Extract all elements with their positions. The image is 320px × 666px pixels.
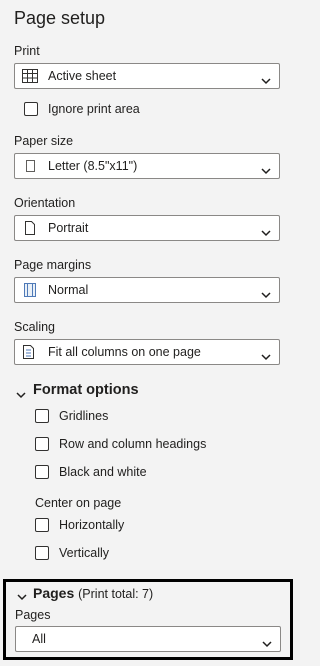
paper-size-value: Letter (8.5"x11") [48, 159, 138, 173]
page-margins-dropdown[interactable]: Normal [14, 277, 280, 303]
pages-title-row: Pages (Print total: 7) [33, 584, 153, 603]
orientation-label: Orientation [14, 196, 76, 210]
print-value: Active sheet [48, 69, 117, 83]
row-column-headings-label: Row and column headings [59, 437, 207, 451]
scaling-value: Fit all columns on one page [48, 345, 201, 359]
vertically-label: Vertically [59, 546, 110, 560]
chevron-down-icon [261, 72, 271, 85]
pages-field-label: Pages [15, 608, 51, 622]
format-options-title: Format options [33, 382, 139, 398]
chevron-down-icon [261, 348, 271, 361]
page-icon [22, 159, 38, 173]
pages-dropdown[interactable]: All [15, 626, 281, 652]
chevron-down-icon [17, 588, 27, 601]
horizontally-checkbox[interactable] [35, 518, 49, 532]
margins-icon [22, 283, 38, 297]
portrait-page-icon [22, 221, 38, 235]
pages-title: Pages [33, 585, 75, 601]
chevron-down-icon [261, 162, 271, 175]
chevron-down-icon [262, 635, 272, 648]
fit-columns-icon [22, 345, 38, 359]
paper-size-label: Paper size [14, 134, 74, 148]
page-margins-value: Normal [48, 283, 89, 297]
ignore-print-area-label: Ignore print area [48, 102, 140, 116]
page-title: Page setup [14, 8, 106, 28]
scaling-dropdown[interactable]: Fit all columns on one page [14, 339, 280, 365]
chevron-down-icon [16, 386, 26, 399]
table-grid-icon [22, 69, 38, 83]
orientation-dropdown[interactable]: Portrait [14, 215, 280, 241]
page-margins-label: Page margins [14, 258, 92, 272]
print-dropdown[interactable]: Active sheet [14, 63, 280, 89]
pages-value: All [32, 632, 46, 646]
row-column-headings-checkbox[interactable] [35, 437, 49, 451]
black-and-white-checkbox[interactable] [35, 465, 49, 479]
scaling-label: Scaling [14, 320, 55, 334]
paper-size-dropdown[interactable]: Letter (8.5"x11") [14, 153, 280, 179]
print-label: Print [14, 44, 40, 58]
black-and-white-label: Black and white [59, 465, 147, 479]
chevron-down-icon [261, 224, 271, 237]
vertically-checkbox[interactable] [35, 546, 49, 560]
ignore-print-area-checkbox[interactable] [24, 102, 38, 116]
orientation-value: Portrait [48, 221, 89, 235]
horizontally-label: Horizontally [59, 518, 125, 532]
pages-print-total: (Print total: 7) [78, 587, 154, 601]
gridlines-label: Gridlines [59, 409, 109, 423]
chevron-down-icon [261, 286, 271, 299]
gridlines-checkbox[interactable] [35, 409, 49, 423]
center-on-page-label: Center on page [35, 496, 122, 510]
